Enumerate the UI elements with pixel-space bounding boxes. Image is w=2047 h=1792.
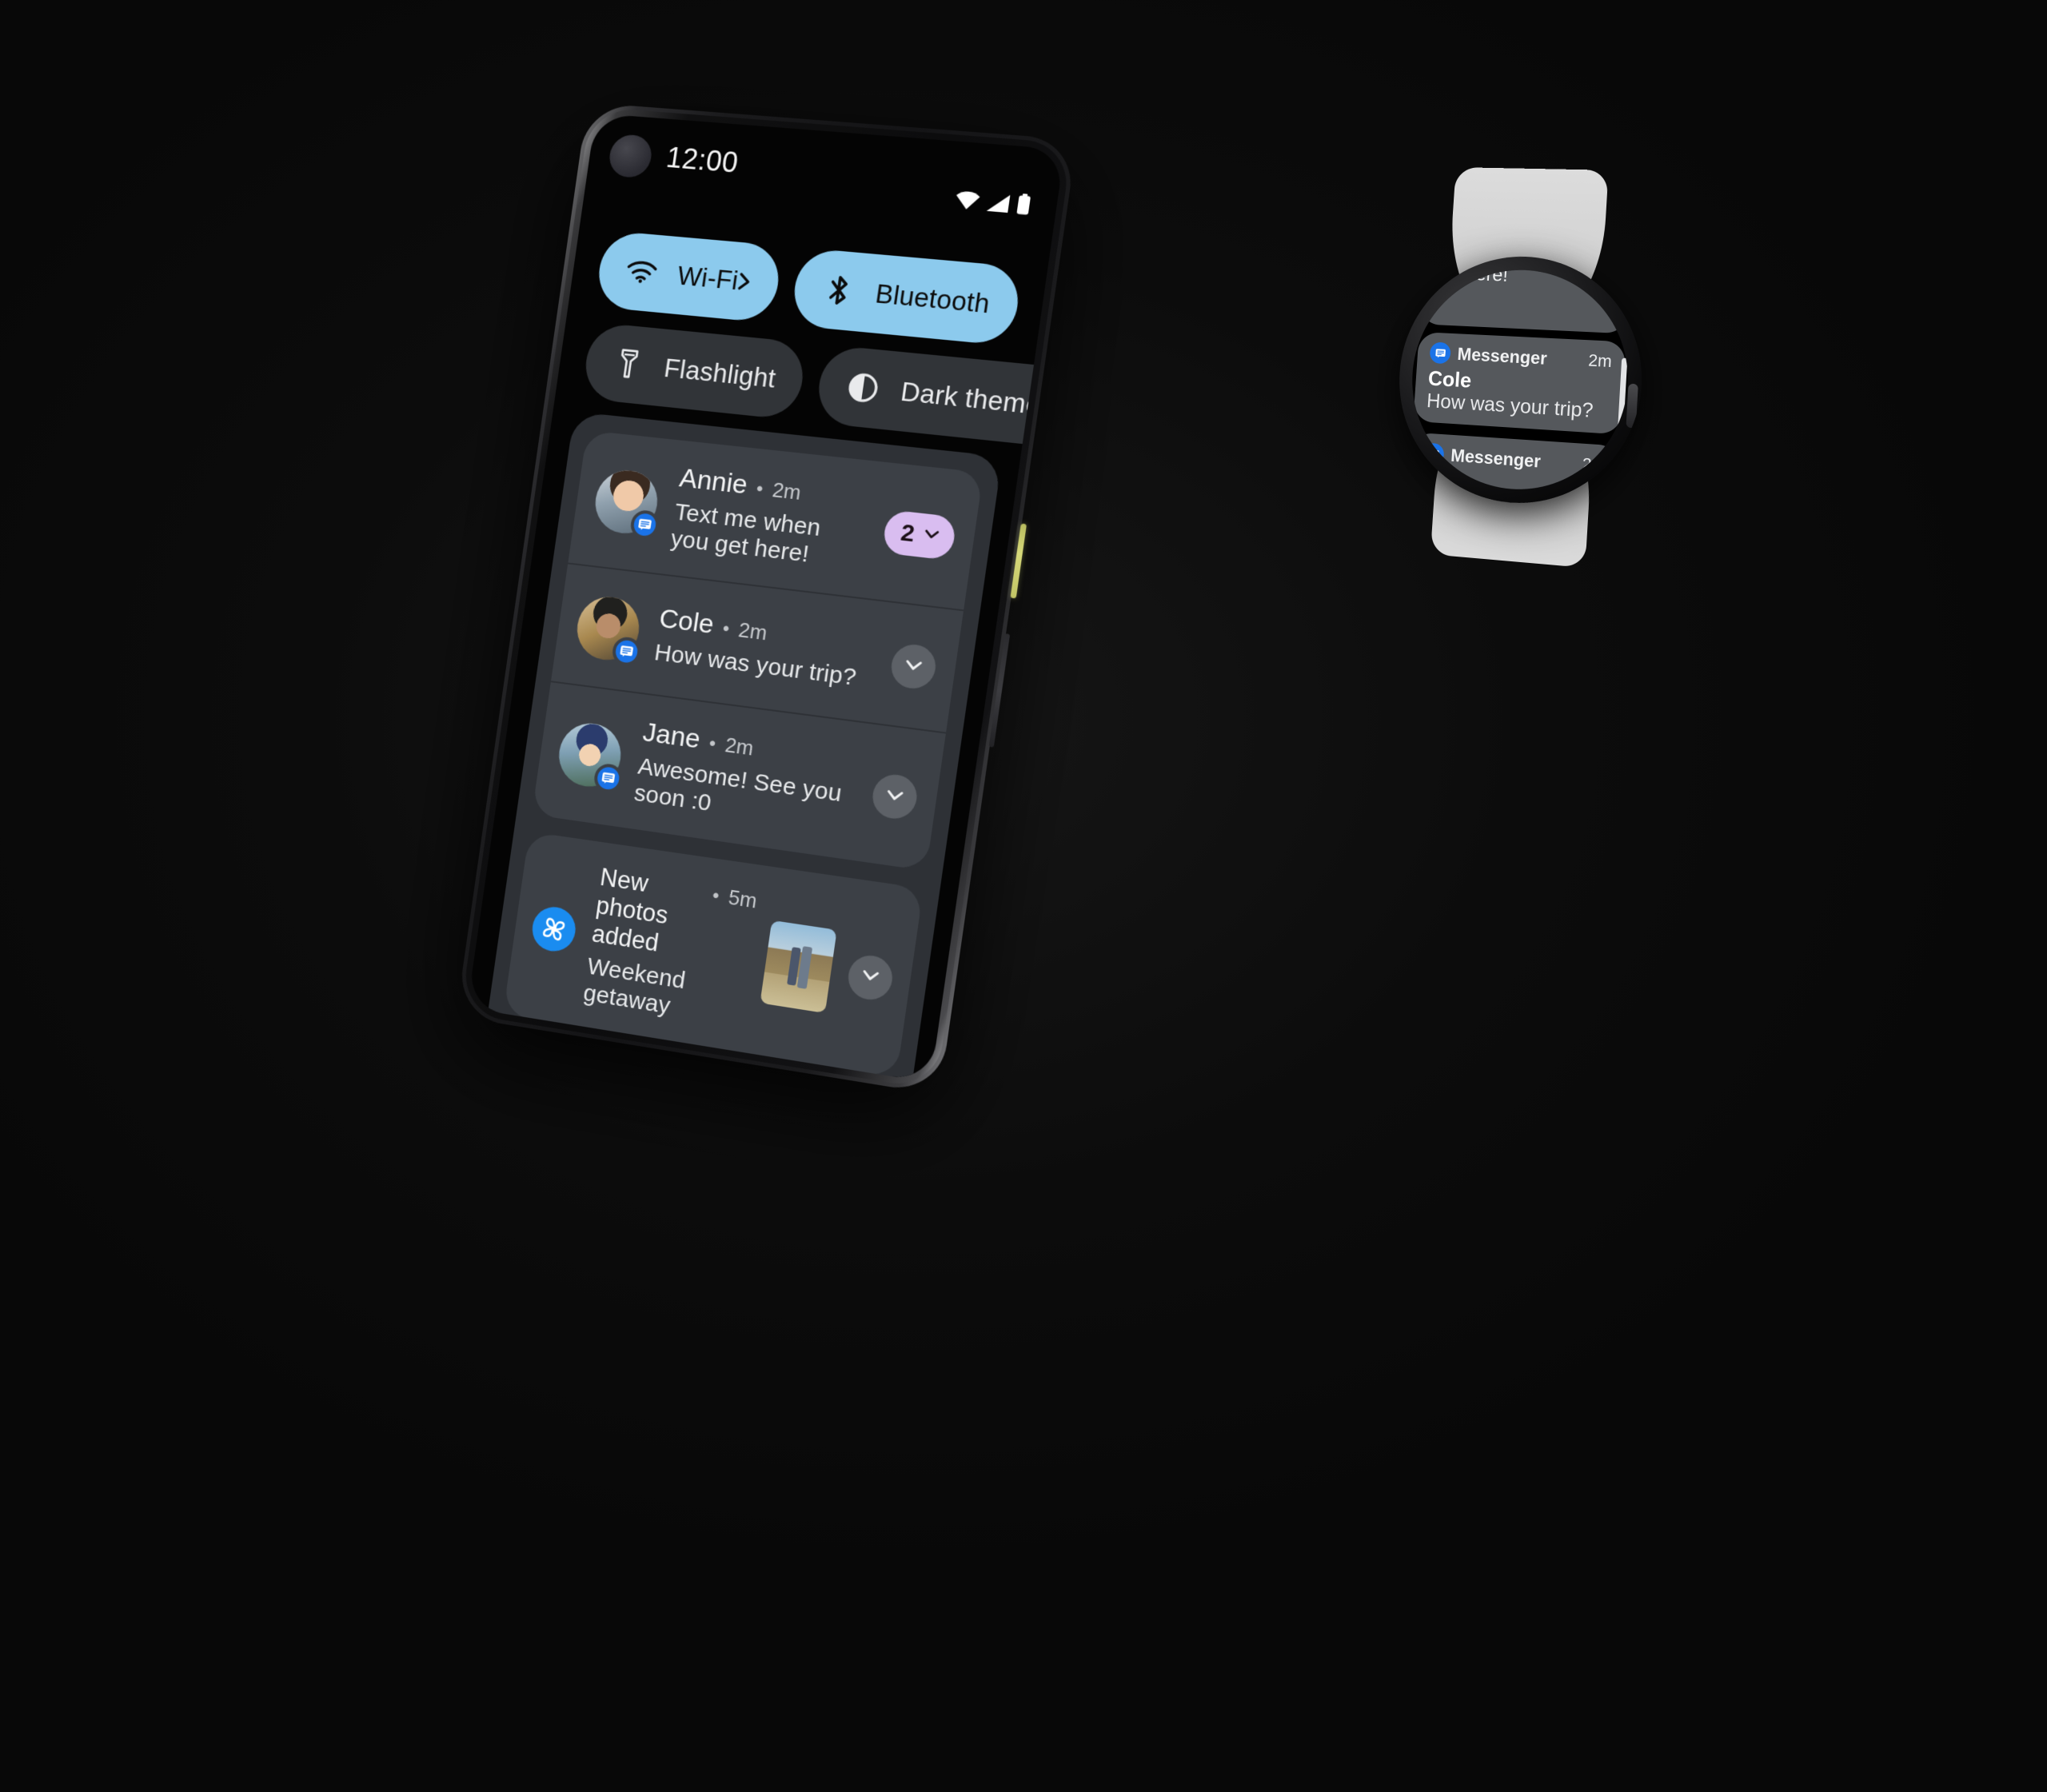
notification-content: Annie • 2m Text me when you get here! bbox=[669, 463, 872, 575]
qs-tile-label: Dark theme bbox=[899, 376, 1043, 421]
separator-dot: • bbox=[707, 732, 717, 756]
front-camera-punch-hole bbox=[606, 133, 655, 179]
notification-content: Cole • 2m How was your trip? bbox=[652, 603, 877, 693]
qs-tile-wifi[interactable]: Wi-Fi bbox=[594, 229, 784, 324]
sender-name: Cole bbox=[657, 603, 716, 641]
watch-crown[interactable] bbox=[1626, 383, 1638, 429]
messages-icon bbox=[1422, 442, 1445, 466]
status-bar-icons bbox=[954, 188, 1031, 215]
avatar bbox=[573, 593, 644, 668]
sender-name: Jane bbox=[640, 716, 703, 755]
wifi-icon bbox=[623, 254, 660, 290]
photos-time: 5m bbox=[727, 884, 759, 913]
cell-signal-icon bbox=[986, 193, 1012, 214]
notification-time: 2m bbox=[736, 617, 769, 645]
photo-thumbnail[interactable] bbox=[760, 920, 837, 1013]
photos-notification-header: New photos added • 5m bbox=[590, 863, 759, 972]
flashlight-icon bbox=[610, 346, 647, 382]
watch-app-name: Messenger bbox=[1450, 445, 1542, 472]
scene: 12:00 Wi-Fi Bluetooth Flashlight Dark th… bbox=[0, 0, 2047, 1792]
notification-content: Jane • 2m Awesome! See you soon :0 bbox=[632, 717, 860, 837]
messages-icon bbox=[1429, 341, 1451, 365]
notification-count-badge[interactable]: 2 bbox=[881, 509, 958, 561]
watch-screen: xt me when you get here! Messenger 2m Co… bbox=[1405, 266, 1634, 497]
chevron-down-icon bbox=[920, 521, 943, 551]
status-bar-clock: 12:00 bbox=[664, 141, 741, 179]
avatar bbox=[554, 720, 625, 795]
qs-tile-label: Bluetooth bbox=[873, 278, 992, 319]
separator-dot: • bbox=[720, 617, 731, 641]
bluetooth-icon bbox=[820, 272, 858, 309]
photos-notification[interactable]: New photos added • 5m Weekend getaway bbox=[502, 831, 924, 1079]
badge-count: 2 bbox=[899, 519, 917, 548]
notification-time: 2m bbox=[770, 477, 803, 505]
watch-notification-time: 2m bbox=[1581, 454, 1606, 476]
watch-case: xt me when you get here! Messenger 2m Co… bbox=[1391, 252, 1649, 513]
watch-app-name: Messenger bbox=[1456, 343, 1548, 369]
watch-notification-time: 2m bbox=[1587, 350, 1613, 371]
notification-shade: Annie • 2m Text me when you get here! 2 bbox=[488, 411, 1003, 1083]
phone-device: 12:00 Wi-Fi Bluetooth Flashlight Dark th… bbox=[456, 102, 1078, 1096]
chevron-down-icon bbox=[857, 962, 884, 992]
sender-name: Annie bbox=[677, 462, 750, 501]
smartwatch-device: xt me when you get here! Messenger 2m Co… bbox=[1380, 167, 1662, 569]
chevron-down-icon bbox=[900, 652, 927, 681]
battery-icon bbox=[1016, 194, 1031, 216]
photos-title: New photos added bbox=[590, 863, 670, 957]
manage-button[interactable]: Manage bbox=[499, 1039, 640, 1083]
qs-tile-label: Flashlight bbox=[662, 353, 778, 393]
qs-tile-bluetooth[interactable]: Bluetooth bbox=[789, 247, 1024, 346]
avatar bbox=[591, 467, 662, 541]
chevron-right-icon[interactable] bbox=[732, 270, 756, 293]
expand-button[interactable] bbox=[845, 952, 896, 1003]
phone-screen: 12:00 Wi-Fi Bluetooth Flashlight Dark th… bbox=[467, 113, 1065, 1083]
conversation-notification-group: Annie • 2m Text me when you get here! 2 bbox=[531, 430, 984, 871]
wifi-icon bbox=[954, 190, 981, 211]
watch-notification-partial-top[interactable]: xt me when you get here! bbox=[1419, 266, 1633, 334]
google-photos-icon bbox=[529, 904, 579, 954]
qs-tile-label: Wi-Fi bbox=[675, 260, 740, 296]
notification-time: 2m bbox=[723, 732, 756, 760]
photos-notification-content: New photos added • 5m Weekend getaway bbox=[581, 863, 759, 1031]
watch-notification-card[interactable]: Messenger 2m Cole How was your trip? bbox=[1413, 331, 1626, 435]
separator-dot: • bbox=[711, 884, 721, 908]
expand-button[interactable] bbox=[888, 642, 939, 692]
qs-tile-flashlight[interactable]: Flashlight bbox=[581, 321, 808, 421]
dark-theme-icon bbox=[844, 369, 883, 406]
separator-dot: • bbox=[754, 478, 765, 501]
chevron-down-icon bbox=[881, 782, 908, 812]
expand-button[interactable] bbox=[869, 772, 920, 822]
